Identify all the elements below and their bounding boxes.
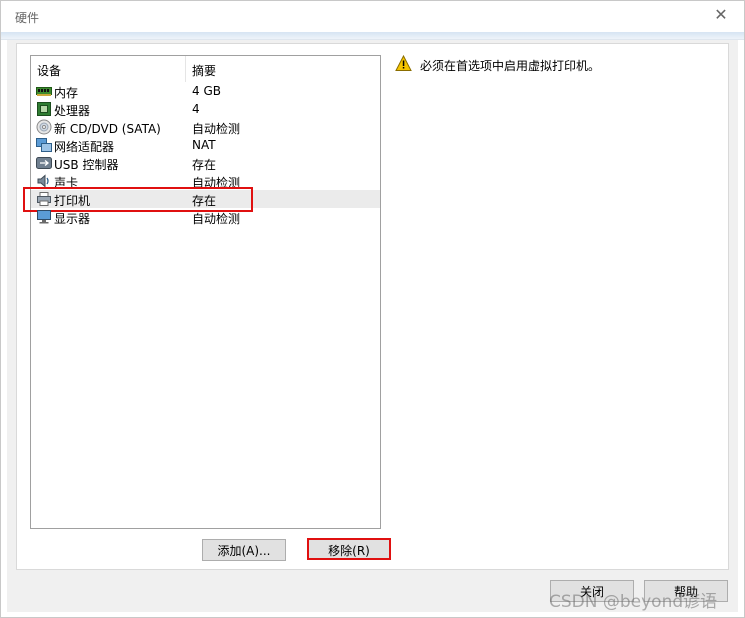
display-icon: [36, 209, 52, 225]
device-summary: 存在: [192, 194, 217, 208]
device-row-processor[interactable]: 处理器 4: [31, 100, 380, 118]
device-name: 新 CD/DVD (SATA): [54, 122, 161, 136]
device-row-network-adapter[interactable]: 网络适配器 NAT: [31, 136, 380, 154]
add-device-button[interactable]: 添加(A)...: [202, 539, 286, 561]
usb-icon: [36, 155, 52, 171]
title-separator: [1, 32, 744, 40]
device-summary: 自动检测: [192, 122, 241, 136]
help-button[interactable]: 帮助: [644, 580, 728, 602]
window-title: 硬件: [15, 11, 40, 25]
device-name: 处理器: [54, 104, 91, 118]
title-bar[interactable]: 硬件 ✕: [1, 1, 744, 32]
device-name: 网络适配器: [54, 140, 115, 154]
device-name: 内存: [54, 86, 79, 100]
dialog-client-area: 设备 摘要 内存 4 GB 处理器 4 新 CD/DVD (SATA) 自动检测…: [7, 40, 738, 612]
device-list[interactable]: 设备 摘要 内存 4 GB 处理器 4 新 CD/DVD (SATA) 自动检测…: [23, 55, 381, 529]
cd-dvd-icon: [36, 119, 52, 135]
memory-icon: [36, 83, 52, 99]
device-row-display[interactable]: 显示器 自动检测: [31, 208, 380, 226]
remove-device-button[interactable]: 移除(R): [307, 538, 391, 560]
sound-card-icon: [36, 173, 52, 189]
hardware-dialog: 硬件 ✕ 设备 摘要 内存 4 GB 处理器 4 新 CD/DVD (SATA)…: [0, 0, 745, 618]
warning-icon: [395, 54, 412, 72]
device-name: 显示器: [54, 212, 91, 226]
network-adapter-icon: [36, 137, 52, 153]
column-header-device[interactable]: 设备: [37, 62, 61, 79]
device-row-cd-dvd[interactable]: 新 CD/DVD (SATA) 自动检测: [31, 118, 380, 136]
device-summary: 自动检测: [192, 176, 241, 190]
device-row-sound-card[interactable]: 声卡 自动检测: [31, 172, 380, 190]
printer-icon: [36, 191, 52, 207]
printer-warning-message: 必须在首选项中启用虚拟打印机。: [420, 59, 601, 73]
device-name: 打印机: [54, 194, 91, 208]
column-separator[interactable]: [185, 56, 186, 82]
device-summary: 自动检测: [192, 212, 241, 226]
content-panel: 设备 摘要 内存 4 GB 处理器 4 新 CD/DVD (SATA) 自动检测…: [16, 43, 729, 570]
list-header: 设备 摘要: [31, 56, 380, 82]
column-header-summary[interactable]: 摘要: [192, 62, 216, 79]
device-row-printer[interactable]: 打印机 存在: [23, 187, 380, 212]
device-row-memory[interactable]: 内存 4 GB: [31, 82, 380, 100]
device-name: USB 控制器: [54, 158, 119, 172]
device-summary: 4 GB: [192, 84, 221, 98]
device-summary: NAT: [192, 138, 216, 152]
processor-icon: [36, 101, 52, 117]
device-summary: 存在: [192, 158, 217, 172]
close-icon[interactable]: ✕: [712, 6, 730, 24]
close-button[interactable]: 关闭: [550, 580, 634, 602]
device-row-usb-controller[interactable]: USB 控制器 存在: [31, 154, 380, 172]
device-name: 声卡: [54, 176, 79, 190]
device-summary: 4: [192, 102, 200, 116]
